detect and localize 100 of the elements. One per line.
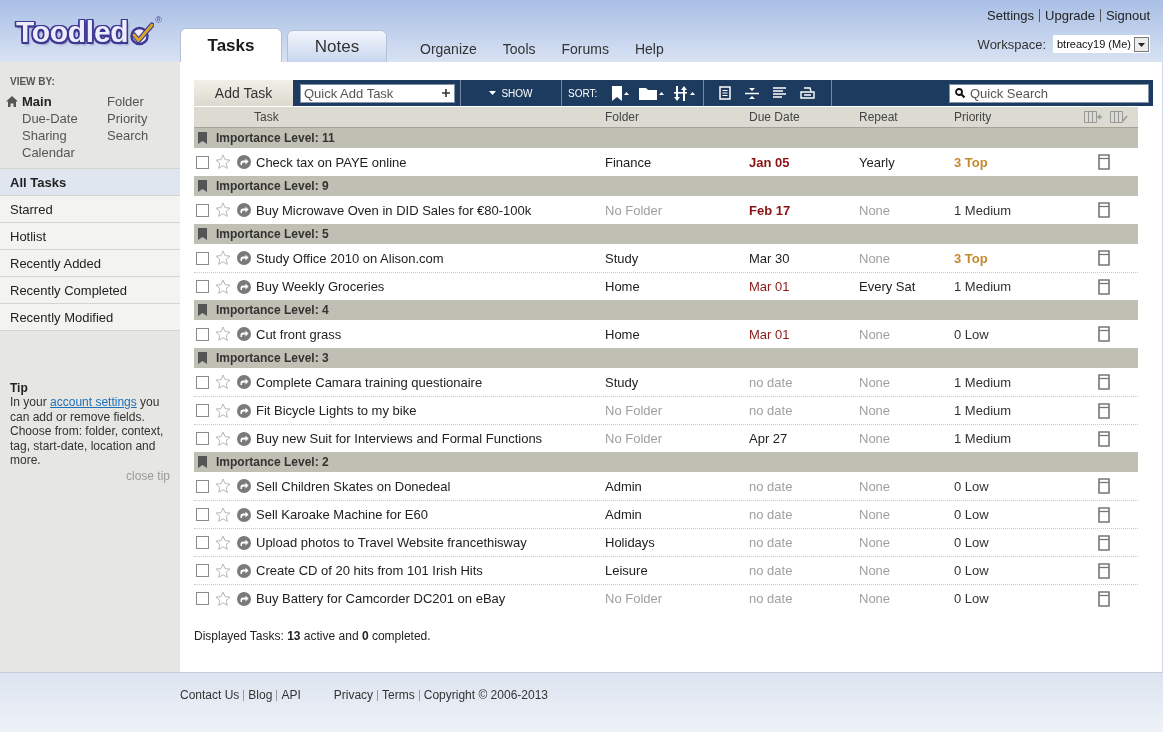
star-icon[interactable] [215,278,231,295]
divide-icon[interactable] [745,86,759,100]
star-icon[interactable] [215,202,231,218]
note-icon[interactable] [1098,534,1110,551]
folder-sort-icon[interactable] [639,85,665,101]
sidebar-list-item[interactable]: All Tasks [0,169,180,196]
sidebar-list-item[interactable]: Recently Completed [0,277,180,304]
bookmark-sort-icon[interactable] [611,85,630,101]
note-icon[interactable] [1098,374,1110,390]
arrow-circle-icon[interactable] [237,375,251,389]
star-icon[interactable] [215,506,231,523]
document-icon[interactable] [719,86,731,100]
star-icon[interactable] [215,590,231,607]
view-link[interactable]: Main [22,93,52,110]
column-header[interactable]: Due Date [749,110,800,124]
note-icon[interactable] [1098,590,1110,607]
note-icon[interactable] [1098,506,1110,523]
account-link[interactable]: Signout [1105,8,1150,23]
star-icon[interactable] [215,534,231,551]
task-checkbox[interactable] [196,327,209,341]
column-header[interactable]: Priority [954,110,992,124]
note-icon[interactable] [1098,154,1110,170]
nav-link[interactable]: Forums [561,41,609,57]
nav-link[interactable]: Organize [420,41,477,57]
star-icon[interactable] [215,430,231,447]
arrow-circle-icon[interactable] [237,431,251,446]
note-icon[interactable] [1098,250,1110,266]
column-header[interactable]: Folder [605,110,639,124]
arrow-circle-icon[interactable] [237,279,251,294]
arrow-circle-icon[interactable] [237,535,251,550]
arrow-circle-icon[interactable] [237,591,251,606]
arrow-circle-icon[interactable] [237,479,251,493]
note-icon[interactable] [1098,562,1110,579]
arrow-circle-icon[interactable] [237,155,251,169]
task-checkbox[interactable] [196,508,209,521]
star-icon[interactable] [215,478,231,494]
task-checkbox[interactable] [196,203,209,217]
note-icon[interactable] [1098,478,1110,494]
view-link[interactable]: Sharing [22,127,67,144]
view-link[interactable]: Priority [107,110,148,127]
sidebar-list-item[interactable]: Starred [0,196,180,223]
task-checkbox[interactable] [196,375,209,389]
note-icon[interactable] [1098,202,1110,218]
lines-icon[interactable] [773,87,786,99]
task-checkbox[interactable] [196,432,209,445]
note-icon[interactable] [1098,326,1110,342]
star-icon[interactable] [215,562,231,579]
task-checkbox[interactable] [196,536,209,549]
arrows-sort-icon[interactable] [674,85,696,101]
arrow-circle-icon[interactable] [237,203,251,217]
arrow-circle-icon[interactable] [237,507,251,522]
show-button[interactable]: SHOW [461,80,561,106]
view-link[interactable]: Due-Date [22,110,78,127]
task-checkbox[interactable] [196,404,209,417]
workspace-select[interactable]: btreacy19 (Me) [1053,35,1150,53]
tab[interactable]: Tasks [180,28,282,62]
footer-link[interactable]: Terms [382,688,415,702]
arrow-circle-icon[interactable] [237,563,251,578]
nav-link[interactable]: Help [634,41,664,57]
task-checkbox[interactable] [196,280,209,293]
star-icon[interactable] [215,326,231,342]
arrow-circle-icon[interactable] [237,251,251,265]
star-icon[interactable] [215,402,231,419]
sidebar-list-item[interactable]: Recently Added [0,250,180,277]
tab[interactable]: Notes [287,30,387,62]
note-icon[interactable] [1098,430,1110,447]
printer-icon[interactable] [800,87,815,99]
view-link[interactable]: Search [107,127,149,144]
task-checkbox[interactable] [196,479,209,493]
column-header[interactable]: Repeat [859,110,898,124]
note-icon[interactable] [1098,278,1110,295]
quick-add-field[interactable]: Quick Add Task [300,83,455,103]
task-checkbox[interactable] [196,155,209,169]
account-link[interactable]: Settings [987,8,1035,23]
add-task-button[interactable]: Add Task [194,80,293,106]
priority-cell: 0 Low [954,591,989,606]
arrow-circle-icon[interactable] [237,403,251,418]
footer-link[interactable]: Contact Us [180,688,240,702]
star-icon[interactable] [215,154,231,170]
footer-link[interactable]: Blog [248,688,273,702]
plus-icon[interactable] [442,89,450,97]
footer-link[interactable]: API [281,688,301,702]
account-link[interactable]: Upgrade [1045,8,1095,23]
star-icon[interactable] [215,374,231,390]
view-link[interactable]: Folder [107,93,144,110]
task-checkbox[interactable] [196,251,209,265]
nav-link[interactable]: Tools [502,41,536,57]
account-settings-link[interactable]: account settings [50,395,137,409]
star-icon[interactable] [215,250,231,266]
arrow-circle-icon[interactable] [237,327,251,341]
column-header[interactable]: Task [254,110,279,124]
task-checkbox[interactable] [196,592,209,605]
sidebar-list-item[interactable]: Recently Modified [0,304,180,331]
task-checkbox[interactable] [196,564,209,577]
note-icon[interactable] [1098,402,1110,419]
repeat-cell: None [859,563,891,578]
quick-search-field[interactable]: Quick Search [949,83,1149,103]
footer-link[interactable]: Privacy [333,688,374,702]
view-link[interactable]: Calendar [22,144,75,161]
sidebar-list-item[interactable]: Hotlist [0,223,180,250]
